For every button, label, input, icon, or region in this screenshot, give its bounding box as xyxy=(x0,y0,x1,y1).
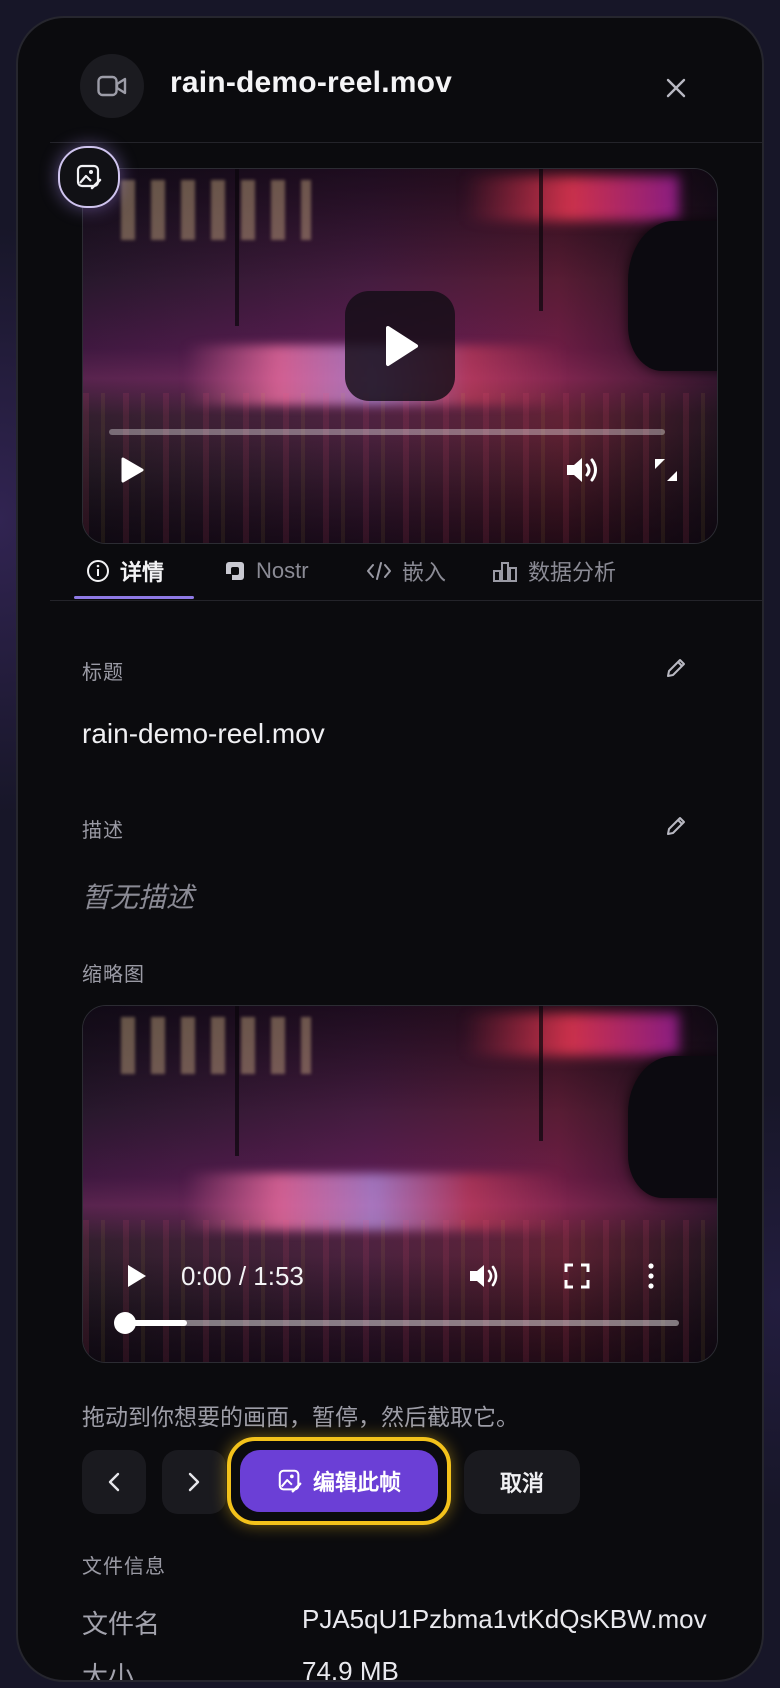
edit-description-pencil-icon[interactable] xyxy=(662,812,690,840)
thumbnail-progress-track[interactable] xyxy=(123,1320,679,1326)
video-file-icon xyxy=(80,54,144,118)
description-label: 描述 xyxy=(82,820,124,842)
tab-analytics[interactable]: 数据分析 xyxy=(492,548,616,594)
thumbnail-scrubber-handle[interactable] xyxy=(114,1312,136,1334)
thumbnail-frame-image xyxy=(83,1006,717,1362)
dialog-title: rain-demo-reel.mov xyxy=(170,66,453,99)
edit-this-frame-button[interactable]: 编辑此帧 xyxy=(240,1450,438,1512)
volume-icon[interactable] xyxy=(563,453,603,487)
file-size-key: 大小 xyxy=(82,1661,135,1680)
edit-frame-highlight: 编辑此帧 xyxy=(227,1437,451,1525)
thumbnail-time-display: 0:00 / 1:53 xyxy=(181,1261,304,1291)
nostr-icon xyxy=(226,562,244,580)
info-icon xyxy=(87,560,109,582)
bar-chart-icon xyxy=(493,562,517,582)
fullscreen-icon[interactable] xyxy=(651,455,681,485)
play-overlay-button[interactable] xyxy=(345,291,455,401)
edit-image-icon xyxy=(278,1469,302,1493)
previous-frame-button[interactable] xyxy=(82,1450,146,1514)
tab-embed[interactable]: 嵌入 xyxy=(366,548,446,594)
header-divider xyxy=(50,142,762,143)
thumbnail-volume-icon[interactable] xyxy=(465,1256,505,1296)
thumbnail-more-options-icon[interactable] xyxy=(631,1256,671,1296)
tab-embed-label: 嵌入 xyxy=(402,560,447,585)
file-info-label: 文件信息 xyxy=(82,1556,166,1578)
chevron-right-icon xyxy=(188,1472,200,1492)
thumbnail-video-player[interactable]: 0:00 / 1:53 xyxy=(82,1005,718,1363)
thumbnail-label: 缩略图 xyxy=(82,964,145,986)
file-name-value: PJA5qU1Pzbma1vtKdQsKBW.mov xyxy=(302,1604,707,1634)
thumbnail-fullscreen-icon[interactable] xyxy=(557,1256,597,1296)
tab-nostr-label: Nostr xyxy=(256,558,309,583)
description-placeholder: 暂无描述 xyxy=(82,882,195,913)
thumbnail-play-icon[interactable] xyxy=(117,1256,157,1296)
tab-analytics-label: 数据分析 xyxy=(528,560,617,585)
media-details-panel: rain-demo-reel.mov 详情 Nostr 嵌入 数据分析 标题 r… xyxy=(18,18,762,1680)
chevron-left-icon xyxy=(108,1472,120,1492)
edit-this-frame-label: 编辑此帧 xyxy=(312,1470,401,1495)
video-progress-bar[interactable] xyxy=(109,429,665,435)
thumbnail-hint-text: 拖动到你想要的画面，暂停，然后截取它。 xyxy=(82,1404,519,1430)
tab-details[interactable]: 详情 xyxy=(86,548,164,594)
next-frame-button[interactable] xyxy=(162,1450,226,1514)
code-icon xyxy=(367,562,391,580)
set-cover-image-icon[interactable] xyxy=(58,146,120,208)
file-size-value: 74.9 MB xyxy=(302,1656,399,1680)
tabs-divider xyxy=(50,600,762,601)
tab-details-label: 详情 xyxy=(120,560,165,585)
play-icon[interactable] xyxy=(117,455,147,485)
tab-nostr[interactable]: Nostr xyxy=(224,548,309,594)
active-tab-indicator xyxy=(74,596,194,599)
close-icon[interactable] xyxy=(658,70,694,106)
video-preview[interactable] xyxy=(82,168,718,544)
edit-title-pencil-icon[interactable] xyxy=(662,654,690,682)
cancel-button[interactable]: 取消 xyxy=(464,1450,580,1514)
title-label: 标题 xyxy=(82,662,124,684)
title-value: rain-demo-reel.mov xyxy=(82,718,325,749)
file-name-key: 文件名 xyxy=(82,1609,161,1639)
